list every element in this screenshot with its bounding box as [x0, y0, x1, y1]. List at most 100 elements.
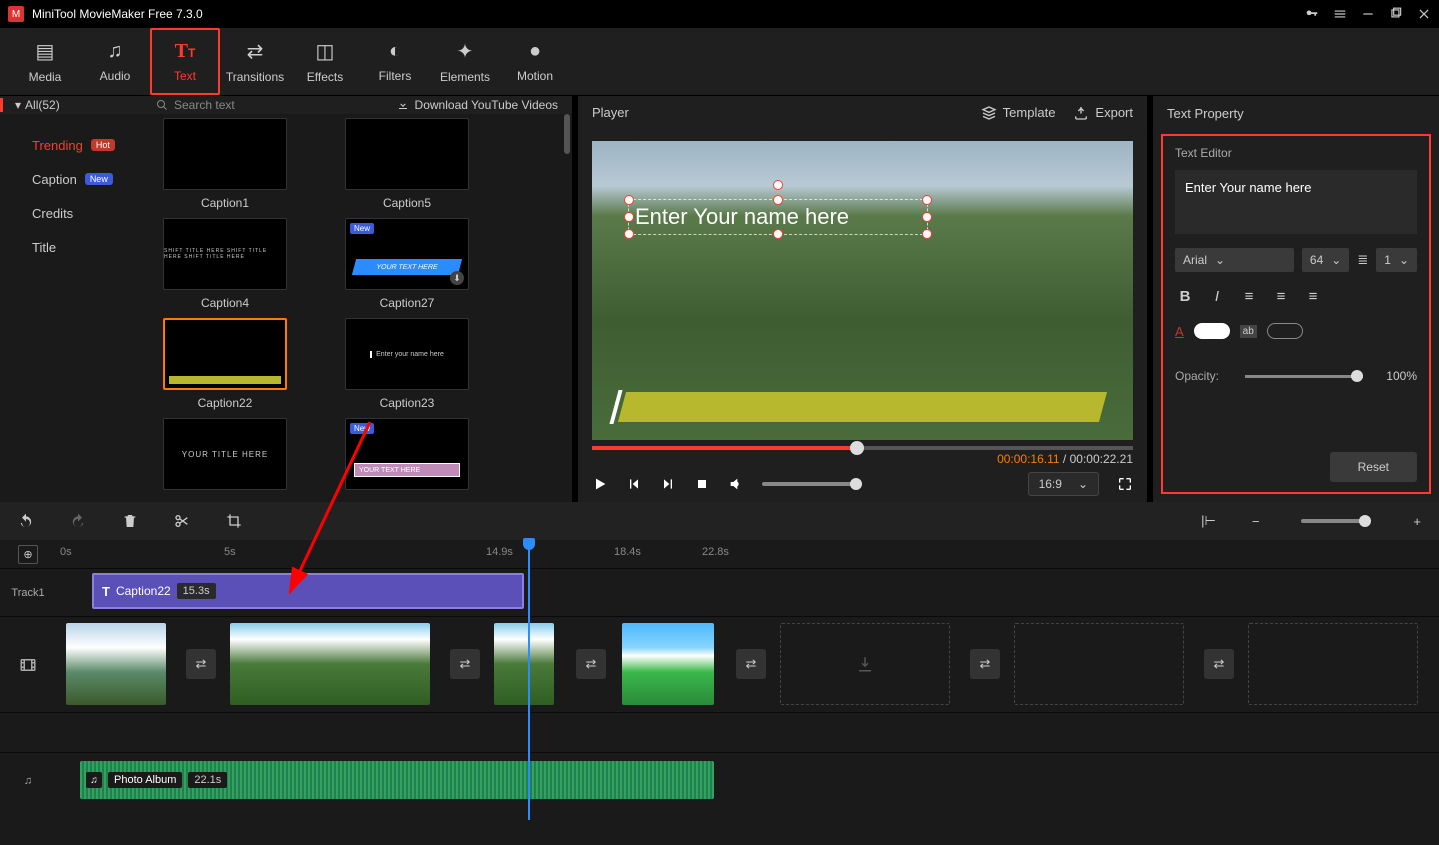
- tab-elements[interactable]: ✦ Elements: [430, 28, 500, 95]
- zoom-in-button[interactable]: +: [1413, 514, 1421, 529]
- thumb-caption27[interactable]: New YOUR TEXT HERE ⬇ Caption27: [340, 218, 474, 310]
- text-overlay-box[interactable]: Enter Your name here: [628, 199, 928, 235]
- category-title[interactable]: Title: [32, 230, 148, 264]
- video-clip-3[interactable]: [494, 623, 554, 705]
- resize-handle-tr[interactable]: [922, 195, 932, 205]
- video-clip-1[interactable]: [66, 623, 166, 705]
- template-button[interactable]: Template: [981, 105, 1056, 121]
- resize-handle-t[interactable]: [773, 195, 783, 205]
- menu-icon[interactable]: [1333, 7, 1347, 21]
- category-caption[interactable]: Caption New: [32, 162, 148, 196]
- video-clip-4[interactable]: [622, 623, 714, 705]
- next-frame-button[interactable]: [660, 476, 676, 492]
- volume-slider[interactable]: [762, 482, 862, 486]
- thumb-caption22[interactable]: Caption22: [158, 318, 292, 410]
- category-credits[interactable]: Credits: [32, 196, 148, 230]
- delete-button[interactable]: [122, 513, 138, 529]
- drop-slot-1[interactable]: [780, 623, 950, 705]
- transition-slot-5[interactable]: ⇄: [970, 649, 1000, 679]
- maximize-icon[interactable]: [1389, 7, 1403, 21]
- bold-button[interactable]: B: [1175, 288, 1195, 305]
- timeline-ruler[interactable]: ⊕ 0s 5s 14.9s 18.4s 22.8s: [0, 540, 1439, 568]
- download-youtube-link[interactable]: Download YouTube Videos: [397, 98, 572, 112]
- resize-handle-l[interactable]: [624, 212, 634, 222]
- resize-handle-r[interactable]: [922, 212, 932, 222]
- thumbnail-grid[interactable]: Caption1 Caption5 SHIFT TITLE HERE SHIFT…: [148, 114, 572, 502]
- font-size-select[interactable]: 64⌄: [1302, 248, 1349, 272]
- resize-handle-br[interactable]: [922, 229, 932, 239]
- key-icon[interactable]: [1305, 7, 1319, 21]
- line-spacing-icon[interactable]: ≣: [1357, 252, 1368, 268]
- opacity-slider[interactable]: [1245, 375, 1363, 378]
- drop-slot-2[interactable]: [1014, 623, 1184, 705]
- fullscreen-button[interactable]: [1117, 476, 1133, 492]
- redo-button[interactable]: [70, 513, 86, 529]
- tab-motion[interactable]: ● Motion: [500, 28, 570, 95]
- resize-handle-bl[interactable]: [624, 229, 634, 239]
- zoom-knob[interactable]: [1359, 515, 1371, 527]
- player-progress[interactable]: [592, 446, 1133, 450]
- export-button[interactable]: Export: [1073, 105, 1133, 121]
- prev-frame-button[interactable]: [626, 476, 642, 492]
- volume-knob[interactable]: [850, 478, 862, 490]
- rotate-handle[interactable]: [773, 180, 783, 190]
- video-clip-2[interactable]: [230, 623, 430, 705]
- aspect-select[interactable]: 16:9⌄: [1028, 472, 1099, 496]
- player-viewport[interactable]: Enter Your name here: [592, 141, 1133, 440]
- font-family-select[interactable]: Arial⌄: [1175, 248, 1294, 272]
- all-toggle[interactable]: ▾ All(52): [0, 98, 148, 112]
- timeline-snap-button[interactable]: |⊢: [1201, 513, 1216, 529]
- search-input[interactable]: Search text: [148, 98, 397, 112]
- download-thumb-icon[interactable]: ⬇: [450, 271, 464, 285]
- text-color-icon[interactable]: A: [1175, 324, 1184, 339]
- thumb-caption23[interactable]: Enter your name hereCaption23: [340, 318, 474, 410]
- highlight-color-swatch[interactable]: [1267, 323, 1303, 339]
- italic-button[interactable]: I: [1207, 288, 1227, 305]
- tab-transitions[interactable]: ⇄ Transitions: [220, 28, 290, 95]
- text-color-swatch[interactable]: [1194, 323, 1230, 339]
- transition-slot-2[interactable]: ⇄: [450, 649, 480, 679]
- reset-button[interactable]: Reset: [1330, 452, 1417, 482]
- transition-slot-4[interactable]: ⇄: [736, 649, 766, 679]
- text-clip-caption22[interactable]: T Caption22 15.3s: [92, 573, 524, 609]
- category-trending[interactable]: Trending Hot: [32, 128, 148, 162]
- tab-effects[interactable]: ◫ Effects: [290, 28, 360, 95]
- transition-slot-3[interactable]: ⇄: [576, 649, 606, 679]
- thumb-caption5[interactable]: Caption5: [340, 118, 474, 210]
- text-editor-input[interactable]: Enter Your name here: [1175, 170, 1417, 234]
- align-left-button[interactable]: ≡: [1239, 288, 1259, 305]
- thumb-title-generic[interactable]: YOUR TITLE HERE: [158, 418, 292, 490]
- volume-button[interactable]: [728, 476, 744, 492]
- transition-slot-6[interactable]: ⇄: [1204, 649, 1234, 679]
- minimize-icon[interactable]: [1361, 7, 1375, 21]
- align-center-button[interactable]: ≡: [1271, 288, 1291, 305]
- tab-audio[interactable]: ♫ Audio: [80, 28, 150, 95]
- line-count-select[interactable]: 1⌄: [1376, 248, 1417, 272]
- scrollbar[interactable]: [564, 114, 570, 154]
- align-right-button[interactable]: ≡: [1303, 288, 1323, 305]
- resize-handle-b[interactable]: [773, 229, 783, 239]
- opacity-knob[interactable]: [1351, 370, 1363, 382]
- highlight-icon[interactable]: ab: [1240, 325, 1257, 338]
- close-icon[interactable]: [1417, 7, 1431, 21]
- thumb-text-generic[interactable]: New YOUR TEXT HERE: [340, 418, 474, 490]
- split-button[interactable]: [174, 513, 190, 529]
- play-button[interactable]: [592, 476, 608, 492]
- drop-slot-3[interactable]: [1248, 623, 1418, 705]
- playhead[interactable]: [528, 540, 530, 820]
- tab-text[interactable]: TT Text: [150, 28, 220, 95]
- chevron-down-icon: ⌄: [1331, 253, 1341, 267]
- zoom-out-button[interactable]: −: [1252, 514, 1260, 529]
- tab-media[interactable]: ▤ Media: [10, 28, 80, 95]
- stop-button[interactable]: [694, 476, 710, 492]
- audio-clip-photo-album[interactable]: ♫ Photo Album 22.1s: [80, 761, 714, 799]
- thumb-caption4[interactable]: SHIFT TITLE HERE SHIFT TITLE HERE SHIFT …: [158, 218, 292, 310]
- transition-slot-1[interactable]: ⇄: [186, 649, 216, 679]
- tab-filters[interactable]: ◐ Filters: [360, 28, 430, 95]
- zoom-slider[interactable]: [1301, 519, 1371, 523]
- crop-button[interactable]: [226, 513, 242, 529]
- thumb-caption1[interactable]: Caption1: [158, 118, 292, 210]
- add-track-button[interactable]: ⊕: [18, 545, 37, 564]
- undo-button[interactable]: [18, 513, 34, 529]
- resize-handle-tl[interactable]: [624, 195, 634, 205]
